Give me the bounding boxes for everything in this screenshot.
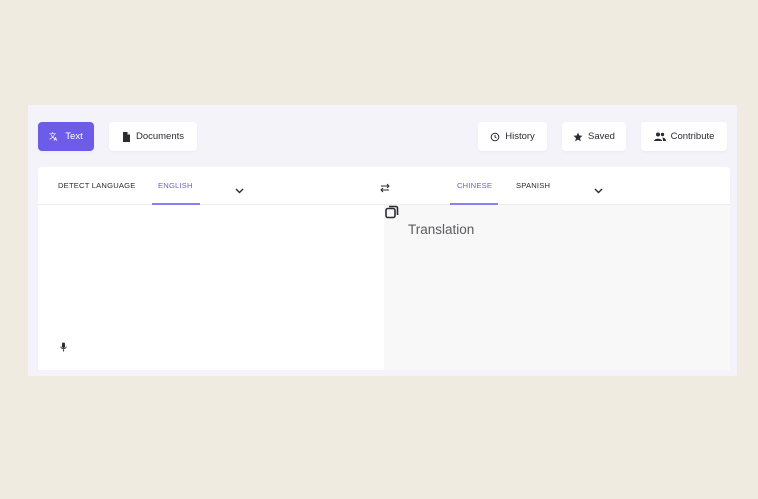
- swap-icon[interactable]: [379, 180, 391, 198]
- text-tab-label: Text: [65, 131, 83, 142]
- target-language-spanish-tab[interactable]: SPANISH: [516, 167, 550, 204]
- translator-panel: 文A Text Documents History Saved Contribu…: [28, 105, 737, 376]
- target-language-chinese-tab[interactable]: CHINESE: [457, 167, 492, 204]
- saved-button[interactable]: Saved: [562, 122, 626, 151]
- star-icon: [573, 132, 583, 142]
- contribute-label: Contribute: [670, 131, 715, 142]
- source-text-area[interactable]: [38, 205, 384, 370]
- chevron-down-icon[interactable]: [594, 181, 603, 199]
- documents-tab-button[interactable]: Documents: [109, 122, 197, 151]
- source-language-english-tab[interactable]: ENGLISH: [158, 167, 193, 204]
- text-tab-button[interactable]: 文A Text: [38, 122, 94, 151]
- documents-tab-label: Documents: [135, 131, 185, 142]
- document-icon: [122, 131, 131, 142]
- contribute-button[interactable]: Contribute: [641, 122, 727, 151]
- translation-output-area: Translation: [384, 205, 730, 370]
- translation-card: DETECT LANGUAGE ENGLISH CHINESE SPANISH: [38, 167, 730, 370]
- history-button[interactable]: History: [478, 122, 547, 151]
- translate-icon: 文A: [49, 131, 60, 142]
- saved-label: Saved: [588, 131, 615, 142]
- people-icon: [653, 132, 666, 141]
- chevron-down-icon[interactable]: [235, 181, 244, 199]
- language-bar: DETECT LANGUAGE ENGLISH CHINESE SPANISH: [38, 167, 730, 205]
- history-icon: [490, 132, 500, 142]
- microphone-icon[interactable]: [60, 339, 67, 357]
- copy-icon[interactable]: [385, 205, 399, 224]
- translation-placeholder: Translation: [408, 222, 475, 237]
- svg-text:A: A: [54, 137, 58, 142]
- detect-language-tab[interactable]: DETECT LANGUAGE: [58, 167, 136, 204]
- history-label: History: [505, 131, 535, 142]
